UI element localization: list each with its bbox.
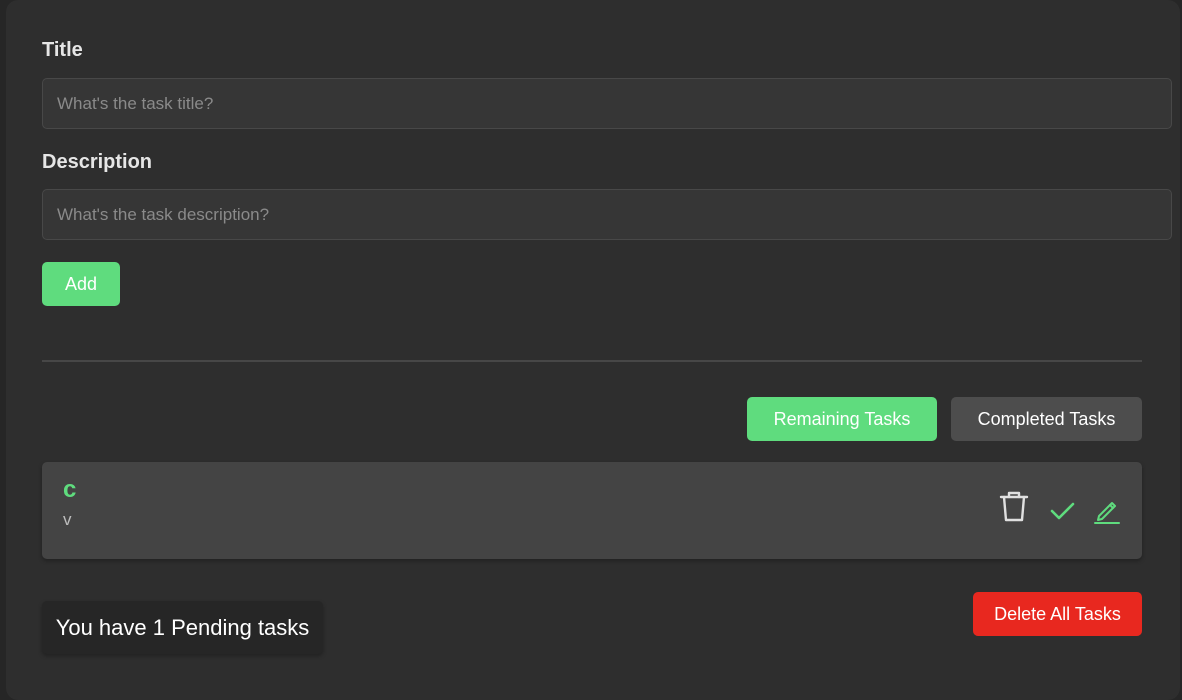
divider <box>42 360 1142 362</box>
trash-icon <box>999 491 1029 522</box>
task-description: v <box>63 510 72 529</box>
description-label: Description <box>42 151 153 173</box>
title-label: Title <box>42 39 83 61</box>
pending-count-text: You have 1 Pending tasks <box>42 601 323 654</box>
add-button[interactable]: Add <box>42 262 120 306</box>
pencil-icon <box>1094 502 1120 524</box>
check-icon <box>1050 502 1075 520</box>
description-input[interactable] <box>42 189 1172 240</box>
edit-task-button[interactable] <box>1093 496 1121 527</box>
task-title: c <box>63 476 77 503</box>
delete-all-button[interactable]: Delete All Tasks <box>973 592 1142 636</box>
title-input[interactable] <box>42 78 1172 129</box>
task-card: c v <box>42 462 1142 559</box>
remaining-tasks-tab[interactable]: Remaining Tasks <box>747 397 937 441</box>
complete-task-button[interactable] <box>1050 500 1076 525</box>
delete-task-button[interactable] <box>997 490 1031 527</box>
completed-tasks-tab[interactable]: Completed Tasks <box>951 397 1142 441</box>
